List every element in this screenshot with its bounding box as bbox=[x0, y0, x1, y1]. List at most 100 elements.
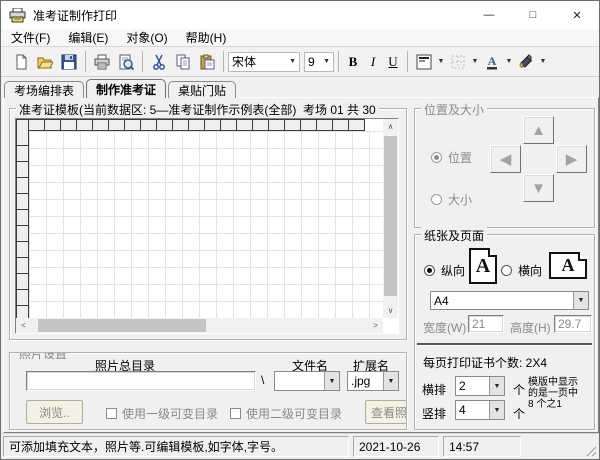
scroll-left-icon[interactable]: < bbox=[16, 318, 31, 333]
grid-col-header-cell[interactable] bbox=[348, 119, 365, 131]
grid-col-header-cell[interactable] bbox=[156, 119, 173, 131]
chevron-down-icon[interactable]: ▼ bbox=[489, 401, 504, 419]
tab-desk-door-labels[interactable]: 桌贴门贴 bbox=[168, 81, 236, 98]
size-radio[interactable]: 大小 bbox=[431, 191, 472, 208]
filename-combo[interactable]: ▼ bbox=[274, 371, 340, 391]
open-button[interactable] bbox=[33, 50, 57, 74]
template-grid-canvas[interactable] bbox=[29, 131, 383, 318]
grid-row-header-cell[interactable] bbox=[16, 273, 29, 290]
grid-col-header-cell[interactable] bbox=[44, 119, 61, 131]
bold-button[interactable]: B bbox=[343, 54, 363, 70]
use-level2-dir-checkbox[interactable]: 使用二级可变目录 bbox=[230, 405, 342, 422]
borders-dropdown[interactable]: ▼ bbox=[470, 58, 480, 65]
italic-button[interactable]: I bbox=[363, 54, 383, 70]
width-input[interactable] bbox=[468, 315, 504, 333]
vertical-scrollbar[interactable]: ∧ ∨ bbox=[383, 119, 398, 318]
move-down-button[interactable]: ▼ bbox=[523, 174, 554, 202]
font-color-dropdown[interactable]: ▼ bbox=[504, 58, 514, 65]
fill-color-dropdown[interactable]: ▼ bbox=[538, 58, 548, 65]
grid-col-header-cell[interactable] bbox=[220, 119, 237, 131]
menu-file[interactable]: 文件(F) bbox=[3, 28, 58, 47]
font-name-combo[interactable]: 宋体 ▼ bbox=[228, 52, 300, 72]
print-button[interactable] bbox=[90, 50, 114, 74]
grid-col-header-cell[interactable] bbox=[124, 119, 141, 131]
position-radio[interactable]: 位置 bbox=[431, 149, 472, 166]
print-preview-button[interactable] bbox=[114, 50, 138, 74]
cols-combo[interactable]: 4 ▼ bbox=[455, 400, 505, 420]
chevron-down-icon[interactable]: ▼ bbox=[383, 372, 398, 390]
grid-row-header-cell[interactable] bbox=[16, 289, 29, 306]
minimize-button[interactable]: — bbox=[467, 1, 511, 29]
cut-button[interactable] bbox=[147, 50, 171, 74]
photo-dir-input[interactable] bbox=[26, 371, 256, 391]
borders-button[interactable] bbox=[446, 50, 470, 74]
tab-exam-room-table[interactable]: 考场编排表 bbox=[4, 81, 84, 98]
text-align-button[interactable] bbox=[412, 50, 436, 74]
browse-button[interactable]: 浏览.. bbox=[26, 400, 83, 424]
grid-row-header-cell[interactable] bbox=[16, 130, 29, 146]
landscape-radio[interactable]: 横向 bbox=[501, 262, 542, 279]
font-color-button[interactable]: A bbox=[480, 50, 504, 74]
chevron-down-icon[interactable]: ▼ bbox=[573, 292, 588, 309]
grid-col-header-cell[interactable] bbox=[140, 119, 157, 131]
grid-col-header-cell[interactable] bbox=[92, 119, 109, 131]
template-grid[interactable]: ∧ ∨ < > bbox=[15, 118, 399, 334]
text-align-dropdown[interactable]: ▼ bbox=[436, 58, 446, 65]
grid-col-header-cell[interactable] bbox=[284, 119, 301, 131]
underline-button[interactable]: U bbox=[383, 54, 403, 70]
close-button[interactable]: ✕ bbox=[555, 1, 599, 29]
rows-combo[interactable]: 2 ▼ bbox=[455, 376, 505, 396]
grid-col-header-cell[interactable] bbox=[252, 119, 269, 131]
grid-col-header-cell[interactable] bbox=[316, 119, 333, 131]
height-input[interactable] bbox=[554, 315, 592, 333]
chevron-down-icon[interactable]: ▼ bbox=[324, 372, 339, 390]
grid-row-header-cell[interactable] bbox=[16, 145, 29, 162]
grid-col-header-cell[interactable] bbox=[28, 119, 45, 131]
use-level1-dir-checkbox[interactable]: 使用一级可变目录 bbox=[106, 405, 218, 422]
grid-col-header-cell[interactable] bbox=[300, 119, 317, 131]
grid-row-header-cell[interactable] bbox=[16, 193, 29, 210]
grid-col-header-cell[interactable] bbox=[108, 119, 125, 131]
grid-col-header-cell[interactable] bbox=[204, 119, 221, 131]
portrait-radio[interactable]: 纵向 bbox=[424, 262, 465, 279]
menu-edit[interactable]: 编辑(E) bbox=[60, 28, 116, 47]
scroll-down-icon[interactable]: ∨ bbox=[383, 303, 398, 318]
tab-make-admission-ticket[interactable]: 制作准考证 bbox=[86, 79, 166, 98]
grid-row-header-cell[interactable] bbox=[16, 209, 29, 226]
move-right-button[interactable]: ▶ bbox=[556, 145, 587, 173]
view-photo-button[interactable]: 查看照 bbox=[365, 400, 407, 424]
menu-object[interactable]: 对象(O) bbox=[118, 28, 175, 47]
move-left-button[interactable]: ◀ bbox=[490, 145, 521, 173]
save-button[interactable] bbox=[57, 50, 81, 74]
grid-col-header-cell[interactable] bbox=[268, 119, 285, 131]
grid-col-header-cell[interactable] bbox=[60, 119, 77, 131]
grid-col-header-cell[interactable] bbox=[76, 119, 93, 131]
grid-row-header-cell[interactable] bbox=[16, 177, 29, 194]
scroll-up-icon[interactable]: ∧ bbox=[383, 119, 398, 134]
paste-button[interactable] bbox=[195, 50, 219, 74]
grid-row-header-cell[interactable] bbox=[16, 305, 29, 318]
new-button[interactable] bbox=[9, 50, 33, 74]
extension-combo[interactable]: .jpg ▼ bbox=[347, 371, 399, 391]
paper-size-combo[interactable]: A4 ▼ bbox=[430, 291, 589, 310]
grid-col-header-cell[interactable] bbox=[332, 119, 349, 131]
chevron-down-icon[interactable]: ▼ bbox=[489, 377, 504, 395]
grid-col-header-cell[interactable] bbox=[188, 119, 205, 131]
scroll-right-icon[interactable]: > bbox=[368, 318, 383, 333]
move-up-button[interactable]: ▲ bbox=[523, 116, 554, 144]
grid-row-header-cell[interactable] bbox=[16, 257, 29, 274]
font-size-combo[interactable]: 9 ▼ bbox=[304, 52, 334, 72]
grid-col-header-cell[interactable] bbox=[172, 119, 189, 131]
vertical-scroll-thumb[interactable] bbox=[384, 136, 397, 296]
grid-row-header-cell[interactable] bbox=[16, 225, 29, 242]
maximize-button[interactable]: □ bbox=[511, 1, 555, 29]
grid-col-header-cell[interactable] bbox=[236, 119, 253, 131]
copy-button[interactable] bbox=[171, 50, 195, 74]
fill-color-button[interactable] bbox=[514, 50, 538, 74]
resize-grip[interactable] bbox=[584, 444, 596, 456]
grid-row-header-cell[interactable] bbox=[16, 241, 29, 258]
menu-help[interactable]: 帮助(H) bbox=[178, 28, 235, 47]
horizontal-scrollbar[interactable]: < > bbox=[16, 318, 383, 333]
horizontal-scroll-thumb[interactable] bbox=[38, 319, 206, 332]
grid-row-header-cell[interactable] bbox=[16, 161, 29, 178]
